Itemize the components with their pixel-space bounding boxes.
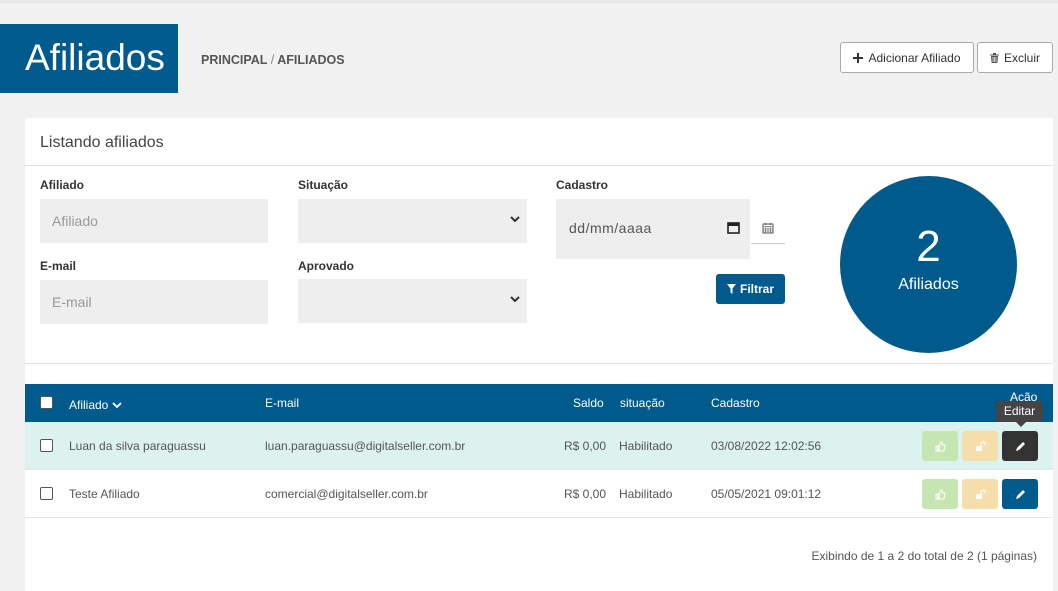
chevron-down-icon — [510, 216, 520, 223]
plus-icon — [853, 52, 864, 63]
pencil-icon — [1015, 489, 1025, 499]
edit-button[interactable] — [1002, 431, 1038, 461]
pencil-icon — [1015, 441, 1025, 451]
thumbs-up-icon — [935, 488, 946, 499]
row-email: comercial@digitalseller.com.br — [265, 487, 428, 501]
breadcrumb-root[interactable]: PRINCIPAL — [201, 53, 267, 67]
column-affiliate-header[interactable]: Afiliado — [69, 398, 122, 412]
edit-tooltip: Editar — [996, 401, 1043, 427]
column-email-header: E-mail — [265, 396, 300, 410]
chevron-down-icon — [510, 296, 520, 303]
breadcrumb-current: AFILIADOS — [277, 53, 345, 67]
approved-filter-select[interactable] — [298, 279, 527, 323]
affiliate-filter-label: Afiliado — [40, 178, 84, 192]
divider — [25, 165, 1053, 166]
row-balance: R$ 0,00 — [564, 487, 607, 501]
registration-date-placeholder: dd/mm/aaaa — [569, 220, 652, 236]
card-title: Listando afiliados — [40, 134, 164, 151]
add-affiliate-button[interactable]: Adicionar Afiliado — [840, 42, 974, 73]
edit-button[interactable] — [1002, 479, 1038, 509]
filter-button[interactable]: Filtrar — [716, 274, 785, 304]
registration-date-input[interactable]: dd/mm/aaaa — [556, 199, 750, 259]
affiliates-count: 2 — [916, 222, 941, 271]
unlock-icon — [975, 488, 986, 499]
row-name: Luan da silva paraguassu — [69, 439, 206, 453]
select-all-checkbox[interactable] — [40, 396, 53, 409]
column-balance-header: Saldo — [573, 396, 604, 410]
table-row[interactable]: Luan da silva paraguassu luan.paraguassu… — [25, 422, 1053, 470]
delete-button[interactable]: Excluir — [977, 42, 1053, 73]
approved-filter-label: Aprovado — [298, 259, 355, 273]
column-affiliate-label: Afiliado — [69, 398, 109, 412]
registration-filter-label: Cadastro — [556, 178, 609, 192]
status-filter-select[interactable] — [298, 199, 527, 243]
unlock-button[interactable] — [962, 431, 998, 461]
status-filter-label: Situação — [298, 178, 349, 192]
affiliates-card: Listando afiliados Afiliado Afiliado Sit… — [25, 118, 1053, 591]
page-title: Afiliados — [0, 24, 178, 93]
email-filter-label: E-mail — [40, 259, 77, 273]
thumbs-up-icon — [935, 440, 946, 451]
row-name: Teste Afiliado — [69, 487, 140, 501]
column-status-header: situação — [620, 396, 665, 410]
table-header: Afiliado E-mail Saldo situação Cadastro … — [25, 384, 1053, 422]
affiliate-filter-input[interactable]: Afiliado — [40, 199, 268, 243]
calendar-button[interactable] — [751, 213, 785, 244]
row-status: Habilitado — [619, 439, 673, 453]
row-balance: R$ 0,00 — [564, 439, 607, 453]
column-registration-header: Cadastro — [711, 396, 760, 410]
filter-button-label: Filtrar — [739, 282, 774, 296]
email-filter-input[interactable]: E-mail — [40, 280, 268, 324]
pagination-info: Exibindo de 1 a 2 do total de 2 (1 págin… — [811, 549, 1038, 563]
chevron-down-icon — [112, 402, 122, 409]
breadcrumb: PRINCIPAL / AFILIADOS — [201, 53, 345, 67]
row-checkbox[interactable] — [40, 487, 53, 500]
filter-icon — [726, 284, 736, 294]
calendar-icon — [762, 223, 774, 234]
table-row[interactable]: Teste Afiliado comercial@digitalseller.c… — [25, 470, 1053, 518]
approve-button[interactable] — [922, 479, 958, 509]
trash-icon — [989, 52, 999, 63]
row-registration: 05/05/2021 09:01:12 — [711, 487, 822, 501]
delete-label: Excluir — [1003, 50, 1040, 65]
breadcrumb-separator: / — [270, 53, 275, 67]
row-email: luan.paraguassu@digitalseller.com.br — [265, 439, 466, 453]
add-affiliate-label: Adicionar Afiliado — [868, 50, 961, 65]
row-status: Habilitado — [619, 487, 673, 501]
divider — [25, 363, 1053, 364]
calendar-icon[interactable] — [727, 221, 740, 234]
approve-button[interactable] — [922, 431, 958, 461]
row-registration: 03/08/2022 12:02:56 — [711, 439, 822, 453]
unlock-icon — [975, 440, 986, 451]
unlock-button[interactable] — [962, 479, 998, 509]
row-checkbox[interactable] — [40, 439, 53, 452]
affiliates-count-label: Afiliados — [898, 276, 959, 293]
affiliates-count-badge: 2 Afiliados — [840, 176, 1017, 353]
top-border — [0, 0, 1058, 3]
